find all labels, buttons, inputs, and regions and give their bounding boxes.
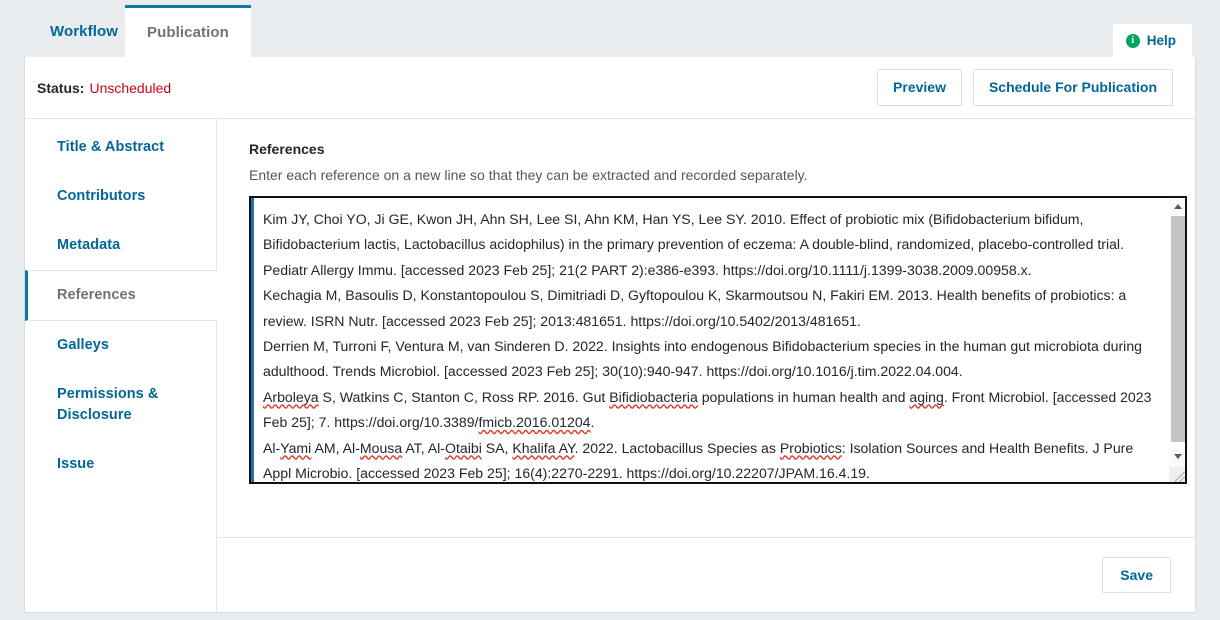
reference-text: populations in human health and (697, 388, 910, 405)
tab-workflow-label: Workflow (50, 22, 119, 40)
textarea-scrollbar[interactable] (1169, 197, 1185, 482)
save-button[interactable]: Save (1102, 556, 1171, 594)
sidebar-item-references[interactable]: References (25, 270, 217, 322)
sidebar-item-galleys[interactable]: Galleys (25, 321, 216, 370)
spellcheck-misspelled-word: Probiotics (779, 439, 842, 456)
scroll-up-arrow-icon[interactable] (1170, 197, 1185, 215)
references-field-label: References (249, 141, 325, 157)
textarea-resize-grip[interactable] (1169, 465, 1185, 482)
references-textarea-content[interactable]: Kim JY, Choi YO, Ji GE, Kwon JH, Ahn SH,… (254, 198, 1166, 482)
spellcheck-misspelled-word: aging (909, 388, 944, 405)
references-textarea[interactable]: Kim JY, Choi YO, Ji GE, Kwon JH, Ahn SH,… (249, 195, 1187, 484)
primary-tabs: Workflow Publication i Help (0, 0, 1220, 57)
preview-button[interactable]: Preview (877, 69, 962, 106)
reference-text: S, Watkins C, Stanton C, Ross RP. 2016. … (318, 388, 610, 405)
spellcheck-misspelled-word: Mousa (359, 439, 403, 456)
help-label: Help (1146, 33, 1176, 48)
sidebar-item-issue[interactable]: Issue (25, 440, 216, 489)
spellcheck-misspelled-word: Yami (280, 439, 312, 456)
reference-entry: Kechagia M, Basoulis D, Konstantopoulou … (263, 283, 1157, 334)
tab-publication-label: Publication (147, 24, 229, 41)
tab-workflow[interactable]: Workflow (28, 5, 140, 57)
publication-editor-window: Workflow Publication i Help Status: Unsc… (0, 0, 1220, 620)
sidebar-item-permissions-disclosure[interactable]: Permissions & Disclosure (25, 370, 216, 440)
reference-text: . 2022. Lactobacillus Species as (574, 439, 780, 456)
help-button[interactable]: i Help (1112, 24, 1192, 57)
reference-text: Derrien M, Turroni F, Ventura M, van Sin… (263, 337, 1146, 380)
reference-text: AT, Al- (402, 439, 446, 456)
publication-sidebar: Title & Abstract Contributors Metadata R… (25, 119, 217, 612)
spellcheck-misspelled-word: Arboleya (263, 388, 319, 405)
reference-text: . (590, 414, 595, 431)
reference-text: AM, Al- (311, 439, 360, 456)
spellcheck-misspelled-word: fmicb.2016.01204 (478, 414, 591, 431)
spellcheck-misspelled-word: Otaibi (445, 439, 482, 456)
tab-publication[interactable]: Publication (125, 5, 251, 57)
sidebar-item-contributors[interactable]: Contributors (25, 172, 216, 221)
info-icon: i (1125, 33, 1140, 48)
reference-text: Al- (263, 439, 281, 456)
reference-entry: Arboleya S, Watkins C, Stanton C, Ross R… (263, 385, 1157, 436)
spellcheck-misspelled-word: Bifidiobacteria (609, 388, 698, 405)
reference-text: Kim JY, Choi YO, Ji GE, Kwon JH, Ahn SH,… (263, 210, 1128, 278)
status-badge: Unscheduled (89, 79, 172, 96)
publication-panel: Status: Unscheduled Preview Schedule For… (24, 57, 1196, 613)
scroll-down-arrow-icon[interactable] (1170, 447, 1185, 465)
status-label: Status: (37, 79, 85, 96)
panel-body: Title & Abstract Contributors Metadata R… (25, 119, 1195, 612)
reference-text: Kechagia M, Basoulis D, Konstantopoulou … (263, 287, 1131, 329)
references-form: References Enter each reference on a new… (217, 119, 1195, 537)
status-bar: Status: Unscheduled Preview Schedule For… (25, 57, 1195, 119)
reference-entry: Kim JY, Choi YO, Ji GE, Kwon JH, Ahn SH,… (263, 207, 1157, 283)
spellcheck-misspelled-word: Khalifa AY (512, 439, 575, 456)
reference-text: SA, (481, 439, 513, 456)
form-footer: Save (217, 537, 1195, 612)
references-field-description: Enter each reference on a new line so th… (249, 167, 808, 183)
reference-entry: Derrien M, Turroni F, Ventura M, van Sin… (263, 334, 1157, 385)
sidebar-item-metadata[interactable]: Metadata (25, 221, 216, 270)
schedule-for-publication-button[interactable]: Schedule For Publication (972, 69, 1173, 106)
sidebar-item-title-abstract[interactable]: Title & Abstract (25, 123, 216, 172)
reference-entry: Al-Yami AM, Al-Mousa AT, Al-Otaibi SA, K… (263, 436, 1157, 482)
scrollbar-thumb[interactable] (1171, 215, 1185, 442)
panel-content: References Enter each reference on a new… (217, 119, 1195, 612)
status-actions: Preview Schedule For Publication (877, 69, 1173, 106)
